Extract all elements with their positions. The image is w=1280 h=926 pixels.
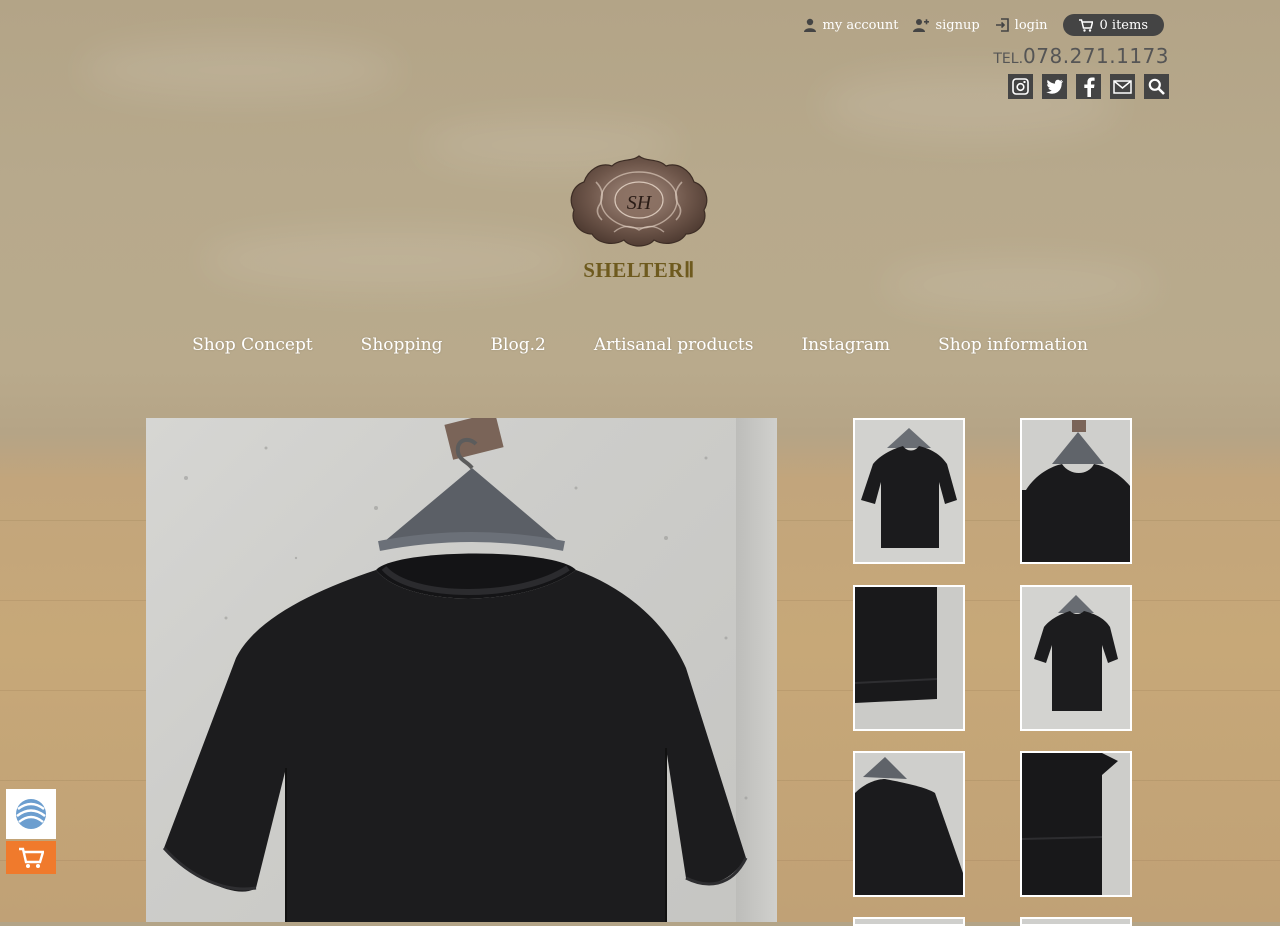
thumbnail-image	[1022, 587, 1130, 729]
logo-name: SHELTERⅡ	[583, 258, 695, 282]
thumbnail-image	[1022, 753, 1130, 895]
thumbnail-5[interactable]	[853, 751, 965, 897]
phone-number: TEL.078.271.1173	[993, 44, 1169, 68]
thumbnail-image	[855, 420, 963, 562]
globe-icon	[16, 799, 46, 829]
twitter-icon	[1045, 79, 1063, 94]
thumbnail-6[interactable]	[1020, 751, 1132, 897]
side-cart-button[interactable]	[6, 841, 56, 874]
login-label: login	[1014, 17, 1048, 33]
tshirt-photo	[162, 418, 748, 922]
instagram-button[interactable]	[1008, 74, 1033, 99]
top-utility-bar: my account signup login 0 items	[803, 14, 1164, 36]
shop-logo[interactable]: SH SHELTERⅡ	[566, 152, 712, 287]
instagram-icon	[1012, 78, 1029, 95]
crest-emblem-icon: SH	[570, 155, 708, 247]
nav-blog[interactable]: Blog.2	[491, 335, 546, 355]
thumbnail-2[interactable]	[1020, 418, 1132, 564]
my-account-label: my account	[822, 17, 899, 33]
login-icon	[995, 18, 1009, 32]
search-button[interactable]	[1144, 74, 1169, 99]
signup-label: signup	[935, 17, 980, 33]
twitter-button[interactable]	[1042, 74, 1067, 99]
thumbnail-3[interactable]	[853, 585, 965, 731]
thumbnail-1[interactable]	[853, 418, 965, 564]
nav-shop-concept[interactable]: Shop Concept	[192, 335, 313, 355]
nav-instagram[interactable]: Instagram	[801, 335, 890, 355]
mail-icon	[1113, 79, 1132, 94]
cart-icon	[19, 847, 44, 868]
logo-monogram: SH	[627, 192, 653, 214]
thumbnail-image	[1022, 420, 1130, 562]
main-product-image[interactable]	[146, 418, 777, 922]
thumbnail-4[interactable]	[1020, 585, 1132, 731]
search-icon	[1148, 78, 1165, 95]
user-icon	[803, 18, 816, 32]
cart-icon	[1078, 18, 1093, 32]
facebook-button[interactable]	[1076, 74, 1101, 99]
my-account-link[interactable]: my account	[803, 17, 899, 33]
login-link[interactable]: login	[995, 18, 1048, 33]
tel-number: 078.271.1173	[1023, 44, 1169, 68]
side-globe-widget[interactable]	[6, 789, 56, 839]
user-plus-icon	[913, 19, 930, 32]
thumbnail-image	[855, 753, 963, 895]
nav-shopping[interactable]: Shopping	[361, 335, 443, 355]
thumbnail-image	[855, 587, 963, 729]
main-nav: Shop Concept Shopping Blog.2 Artisanal p…	[0, 335, 1280, 355]
mail-button[interactable]	[1110, 74, 1135, 99]
tel-prefix: TEL.	[993, 51, 1024, 67]
cart-count-label: 0 items	[1099, 17, 1148, 33]
social-icons	[1008, 74, 1169, 99]
nav-artisanal-products[interactable]: Artisanal products	[594, 335, 754, 355]
facebook-icon	[1083, 77, 1095, 97]
cart-button[interactable]: 0 items	[1062, 14, 1164, 36]
signup-link[interactable]: signup	[913, 17, 980, 33]
nav-shop-information[interactable]: Shop information	[938, 335, 1088, 355]
